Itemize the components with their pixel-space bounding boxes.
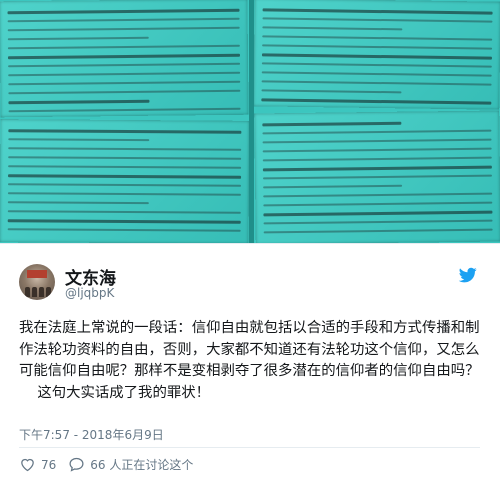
document-text-line xyxy=(7,17,240,23)
avatar[interactable] xyxy=(19,264,55,300)
document-text-line xyxy=(263,219,493,225)
photo-seam xyxy=(249,0,254,243)
speech-bubble-icon xyxy=(69,457,84,472)
document-text-line xyxy=(8,107,241,113)
document-text-line xyxy=(262,121,402,127)
tweet-card: 文东海 @ljqbpK 我在法庭上常说的一段话：信仰自由就包括以合适的手段和方式… xyxy=(0,243,500,489)
document-text-line xyxy=(7,44,240,50)
talking-count: 66 人正在讨论这个 xyxy=(90,458,194,472)
document-text-line xyxy=(261,71,492,77)
document-page-bottom-right xyxy=(254,110,500,243)
document-text-line xyxy=(7,228,241,232)
like-button[interactable]: 76 xyxy=(19,456,56,473)
document-text-line xyxy=(263,184,403,189)
tweet-photo[interactable] xyxy=(0,0,500,243)
document-text-line xyxy=(7,192,241,196)
document-text-line xyxy=(8,129,242,134)
document-text-line xyxy=(8,80,241,86)
document-text-line xyxy=(7,201,150,205)
document-page-top-left xyxy=(0,0,249,118)
document-text-line xyxy=(262,174,492,180)
document-text-line xyxy=(7,183,241,187)
document-text-line xyxy=(8,147,242,151)
like-count: 76 xyxy=(41,457,57,472)
document-page-bottom-left xyxy=(0,119,250,243)
heart-icon xyxy=(21,458,34,472)
document-text-line xyxy=(8,174,242,179)
document-text-line xyxy=(261,80,492,86)
tweet-actions: 76 66 人正在讨论这个 xyxy=(19,456,205,473)
document-text-line xyxy=(262,138,492,144)
document-text-line xyxy=(262,156,492,162)
twitter-bird-icon[interactable] xyxy=(458,266,478,284)
document-text-line xyxy=(262,8,493,15)
document-text-line xyxy=(262,147,492,153)
document-page-top-right xyxy=(253,0,500,110)
document-text-line xyxy=(263,228,493,234)
document-text-line xyxy=(8,62,241,68)
document-text-line xyxy=(263,210,493,217)
document-text-line xyxy=(7,26,240,32)
document-text-line xyxy=(7,53,240,60)
document-text-line xyxy=(262,17,493,23)
document-text-line xyxy=(262,165,492,172)
document-text-line xyxy=(8,89,241,95)
document-text-line xyxy=(261,89,402,94)
document-text-line xyxy=(8,165,242,169)
document-text-line xyxy=(263,201,493,207)
document-text-line xyxy=(262,26,402,31)
document-text-line xyxy=(7,8,240,15)
document-text-line xyxy=(263,192,493,198)
document-text-line xyxy=(7,36,149,41)
reply-button[interactable]: 66 人正在讨论这个 xyxy=(68,456,193,473)
document-text-line xyxy=(8,156,242,160)
tweet-text: 我在法庭上常说的一段话：信仰自由就包括以合适的手段和方式传播和制作法轮功资料的自… xyxy=(19,320,480,401)
document-text-line xyxy=(261,53,492,60)
document-text-line xyxy=(261,98,492,105)
user-handle[interactable]: @ljqbpK xyxy=(65,286,114,300)
document-text-line xyxy=(7,210,241,214)
document-text-line xyxy=(262,35,493,41)
document-text-line xyxy=(8,99,150,105)
document-text-line xyxy=(8,138,150,142)
document-text-line xyxy=(262,44,493,50)
document-text-line xyxy=(8,71,241,77)
document-text-line xyxy=(7,219,241,224)
divider xyxy=(19,447,480,448)
tweet-timestamp[interactable]: 下午7:57 - 2018年6月9日 xyxy=(19,426,164,443)
document-text-line xyxy=(262,129,492,135)
document-text-line xyxy=(261,62,492,68)
